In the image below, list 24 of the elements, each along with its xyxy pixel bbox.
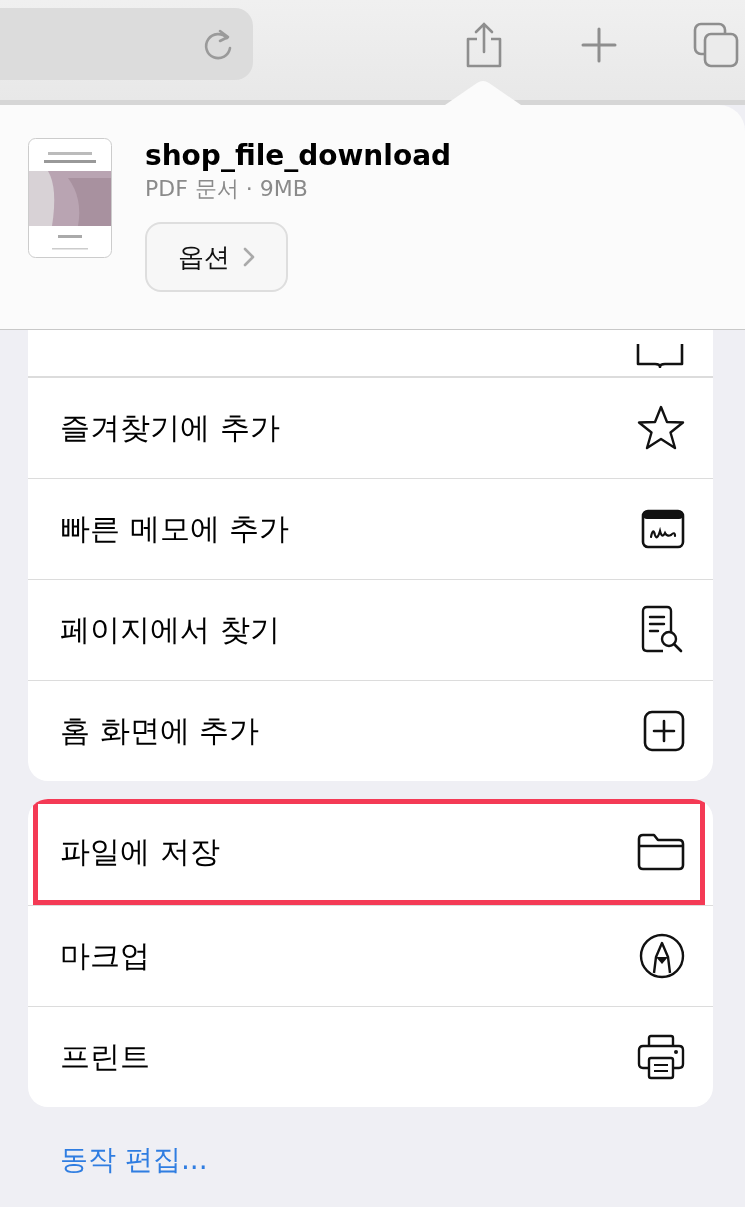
action-row[interactable]: 빠른 메모에 추가 xyxy=(28,478,713,579)
add-square-icon xyxy=(643,710,685,752)
find-in-page-icon xyxy=(641,605,685,655)
address-field[interactable] xyxy=(0,8,253,80)
action-row[interactable]: 페이지에서 찾기 xyxy=(28,579,713,680)
pen-tip-icon xyxy=(639,933,685,979)
note-icon xyxy=(641,509,685,549)
printer-icon xyxy=(637,1034,685,1080)
book-icon xyxy=(635,344,685,368)
chevron-icon xyxy=(241,246,256,268)
edit-actions-link[interactable]: 동작 편집... xyxy=(60,1141,713,1179)
action-row[interactable]: 파일에 저장 xyxy=(33,799,705,905)
file-details: PDF 문서 · 9MB xyxy=(145,175,308,203)
new-tab-icon[interactable] xyxy=(581,27,617,63)
action-row[interactable]: 프린트 xyxy=(28,1006,713,1107)
folder-icon xyxy=(637,833,685,871)
action-row[interactable]: 마크업 xyxy=(28,905,713,1006)
file-name: shop_file_download xyxy=(145,138,452,174)
star-icon xyxy=(637,405,685,451)
share-icon[interactable] xyxy=(464,22,504,68)
options-button[interactable]: 옵션 xyxy=(145,222,288,292)
tabs-icon[interactable] xyxy=(693,22,739,68)
action-row[interactable]: 홈 화면에 추가 xyxy=(28,680,713,781)
action-row[interactable]: 즐겨찾기에 추가 xyxy=(28,377,713,478)
